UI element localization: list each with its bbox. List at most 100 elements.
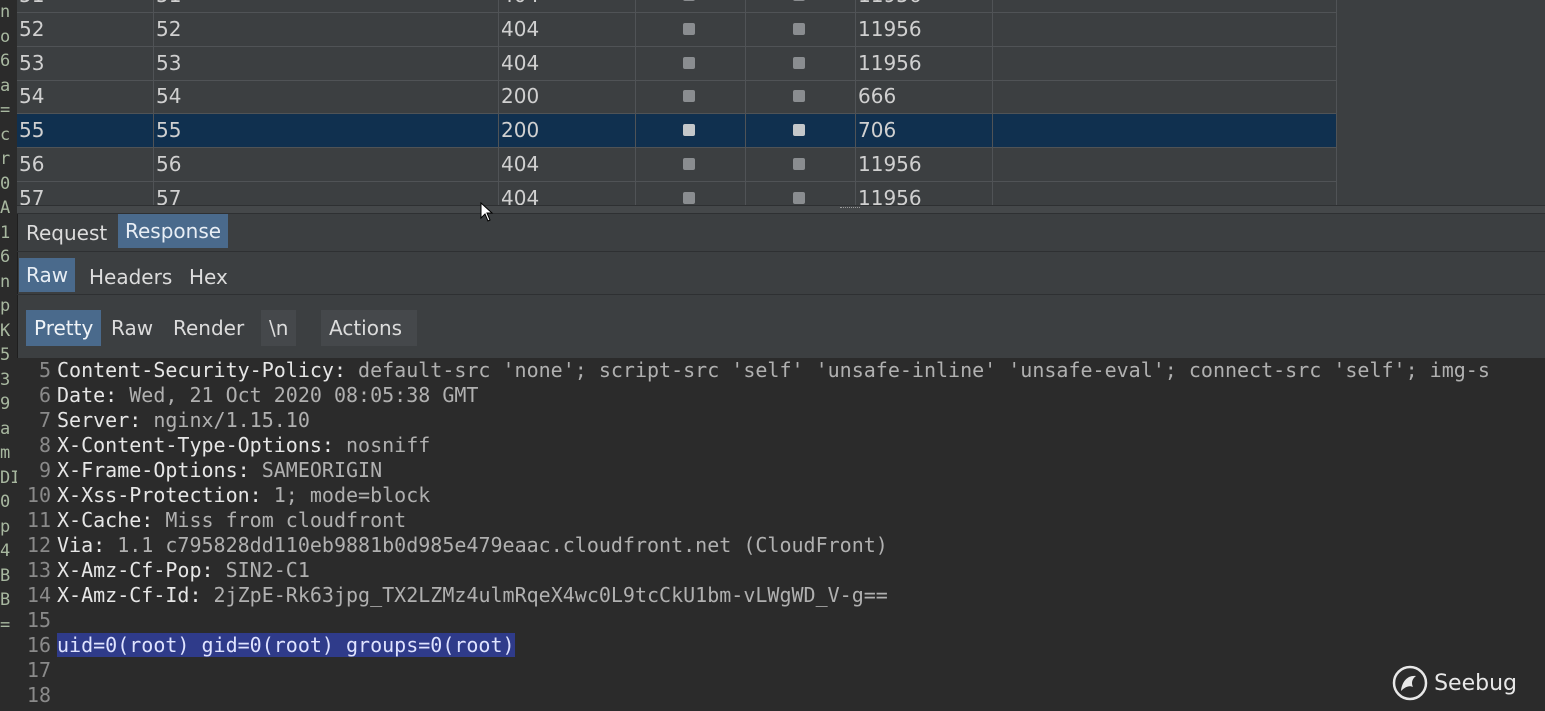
tab-response[interactable]: Response bbox=[118, 214, 229, 248]
line-number: 18 bbox=[26, 683, 51, 707]
cell-request-id: 53 bbox=[17, 46, 154, 80]
cell-timeout bbox=[746, 0, 856, 12]
code-line: 16 uid=0(root) gid=0(root) groups=0(root) bbox=[17, 633, 1545, 658]
cell-error bbox=[636, 148, 746, 181]
render-button[interactable]: Render bbox=[165, 310, 252, 346]
cell-payload: 57 bbox=[154, 181, 499, 205]
checkbox-icon bbox=[793, 124, 805, 137]
cell-error bbox=[636, 46, 746, 80]
cell-payload: 55 bbox=[154, 114, 499, 148]
cell-length: 706 bbox=[856, 114, 993, 148]
table-row[interactable]: 57 57 404 11956 bbox=[17, 181, 1337, 205]
header-value: 2jZpE-Rk63jpg_TX2LZMz4ulmRqeX4wc0L9tcCkU… bbox=[201, 583, 888, 607]
cell-length: 11956 bbox=[856, 0, 993, 12]
strip-char: m bbox=[0, 443, 11, 463]
code-line: 7 Server: nginx/1.15.10 bbox=[17, 408, 1545, 433]
cell-timeout bbox=[746, 114, 856, 148]
strip-char: 4 bbox=[0, 541, 11, 561]
line-number: 11 bbox=[26, 508, 51, 532]
header-value: 1.1 c795828dd110eb9881b0d985e479eaac.clo… bbox=[105, 533, 888, 557]
strip-char: p bbox=[0, 516, 11, 537]
cell-error bbox=[636, 12, 746, 46]
strip-char: = bbox=[0, 100, 11, 120]
cell-comment bbox=[993, 0, 1337, 12]
strip-char: 3 bbox=[0, 369, 11, 390]
raw-button[interactable]: Raw bbox=[103, 310, 161, 346]
checkbox-icon bbox=[793, 22, 805, 35]
checkbox-icon bbox=[683, 158, 695, 170]
code-line: 12 Via: 1.1 c795828dd110eb9881b0d985e479e… bbox=[17, 533, 1545, 558]
cell-status: 404 bbox=[499, 46, 636, 80]
line-number: 9 bbox=[38, 458, 51, 482]
cell-status: 404 bbox=[499, 148, 636, 181]
mouse-pointer-icon bbox=[480, 202, 494, 222]
line-number: 6 bbox=[38, 383, 51, 407]
watermark-text: Seebug bbox=[1434, 670, 1517, 696]
header-name: X-Amz-Cf-Pop: bbox=[57, 558, 214, 582]
cell-length: 666 bbox=[856, 80, 993, 114]
table-row[interactable]: 52 52 404 11956 bbox=[17, 12, 1337, 47]
splitter-handle-icon[interactable] bbox=[840, 207, 860, 211]
cell-timeout bbox=[746, 46, 856, 80]
table-row[interactable]: 53 53 404 11956 bbox=[17, 46, 1337, 81]
cell-timeout bbox=[746, 12, 856, 46]
checkbox-icon bbox=[793, 158, 805, 170]
pretty-button[interactable]: Pretty bbox=[26, 310, 102, 346]
code-line: 6 Date: Wed, 21 Oct 2020 08:05:38 GMT bbox=[17, 383, 1545, 408]
view-tabbar: Raw Headers Hex bbox=[17, 258, 1545, 295]
strip-char: 9 bbox=[0, 394, 11, 414]
cell-comment bbox=[993, 46, 1337, 80]
cell-comment bbox=[993, 12, 1337, 46]
tab-headers[interactable]: Headers bbox=[82, 260, 179, 294]
strip-char: B bbox=[0, 590, 11, 610]
strip-char: r bbox=[0, 149, 11, 169]
pane-splitter[interactable] bbox=[17, 205, 1545, 214]
cell-payload: 54 bbox=[154, 80, 499, 114]
table-row[interactable]: 55 55 200 706 bbox=[17, 114, 1337, 149]
code-line: 5 Content-Security-Policy: default-src 'n… bbox=[17, 358, 1545, 383]
cell-error bbox=[636, 114, 746, 148]
checkbox-icon bbox=[793, 56, 805, 69]
header-value: nosniff bbox=[333, 433, 431, 457]
checkbox-icon bbox=[793, 0, 805, 1]
results-table[interactable]: 5151404119565252404119565353404119565454… bbox=[17, 0, 1545, 205]
header-name: X-Content-Type-Options: bbox=[57, 433, 334, 457]
cell-payload: 51 bbox=[154, 0, 499, 12]
code-line: 9 X-Frame-Options: SAMEORIGIN bbox=[17, 458, 1545, 483]
header-value: Miss from cloudfront bbox=[153, 508, 407, 532]
checkbox-icon bbox=[683, 22, 695, 35]
strip-char: 0 bbox=[0, 173, 11, 194]
response-editor[interactable]: 5 Content-Security-Policy: default-src 'n… bbox=[17, 358, 1545, 711]
left-pane-strip: no6a=cr0A16npK539amDI0p4BB= bbox=[0, 0, 18, 711]
strip-char: = bbox=[0, 614, 11, 635]
tab-raw[interactable]: Raw bbox=[19, 258, 76, 292]
table-row[interactable]: 515140411956 bbox=[17, 0, 1337, 13]
cell-timeout bbox=[746, 148, 856, 181]
strip-char: K bbox=[0, 320, 11, 341]
highlighted-output: uid=0(root) gid=0(root) groups=0(root) bbox=[57, 633, 515, 657]
checkbox-icon bbox=[683, 191, 695, 204]
cell-status: 404 bbox=[499, 12, 636, 46]
cell-request-id: 54 bbox=[17, 80, 154, 114]
header-value: 1; mode=block bbox=[261, 483, 431, 507]
cell-status: 404 bbox=[499, 181, 636, 205]
checkbox-icon bbox=[683, 0, 695, 1]
cell-request-id: 51 bbox=[17, 0, 154, 12]
header-name: X-Frame-Options: bbox=[57, 458, 250, 482]
code-line: 15 bbox=[17, 608, 1545, 633]
cell-request-id: 57 bbox=[17, 181, 154, 205]
line-number: 13 bbox=[26, 558, 51, 582]
table-row[interactable]: 56 56 404 11956 bbox=[17, 148, 1337, 182]
header-name: X-Amz-Cf-Id: bbox=[57, 583, 202, 607]
newline-toggle[interactable]: \n bbox=[261, 310, 297, 346]
strip-char: 1 bbox=[0, 222, 11, 243]
table-row[interactable]: 54 54 200 666 bbox=[17, 80, 1337, 115]
strip-char: n bbox=[0, 271, 11, 292]
strip-char: a bbox=[0, 75, 11, 96]
actions-dropdown[interactable]: Actions bbox=[321, 310, 417, 370]
line-number: 5 bbox=[38, 358, 51, 382]
strip-char: A bbox=[0, 198, 11, 218]
tab-request[interactable]: Request bbox=[19, 216, 114, 250]
tab-hex[interactable]: Hex bbox=[182, 260, 235, 294]
cell-request-id: 52 bbox=[17, 12, 154, 46]
